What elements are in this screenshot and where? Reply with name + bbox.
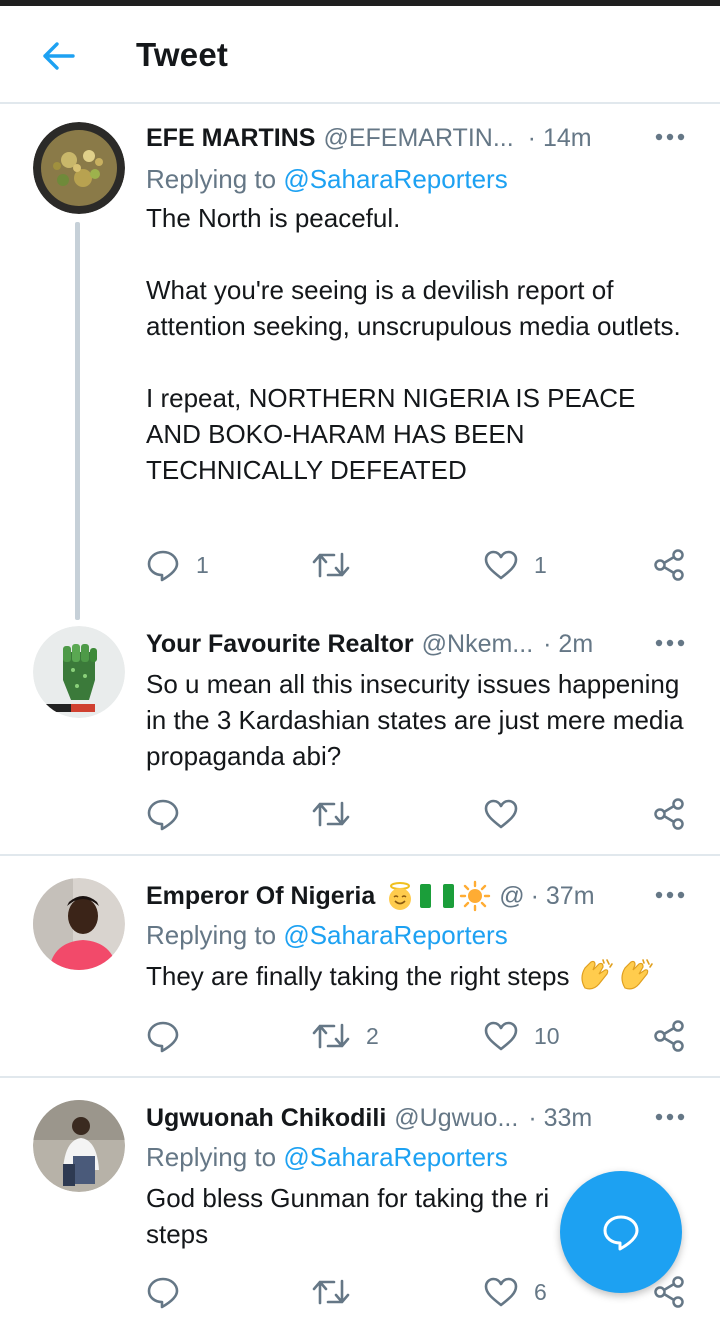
mention-link[interactable]: @SaharaReporters [283,164,507,194]
author-handle[interactable]: @EFEMARTIN... [323,124,513,153]
share-button[interactable] [652,545,686,585]
tweet-header: Ugwuonah Chikodili @Ugwuo... · 33m [146,1100,610,1136]
retweet-icon [312,1279,350,1305]
thread-connector-line [75,222,80,620]
avatar[interactable] [33,878,125,970]
author-name[interactable]: Your Favourite Realtor [146,630,414,659]
retweet-button[interactable] [312,545,366,585]
name-emojis [385,880,491,912]
author-name[interactable]: Ugwuonah Chikodili [146,1104,386,1133]
tweet-time: · 14m [527,123,592,152]
divider [0,854,720,856]
compose-reply-icon [603,1215,639,1251]
tweet-header: EFE MARTINS @EFEMARTIN... · 14m [146,120,610,156]
like-button[interactable]: 1 [484,545,547,585]
retweet-button[interactable]: 2 [312,1016,379,1056]
retweet-button[interactable] [312,1272,366,1312]
retweet-button[interactable] [312,794,366,834]
page-title: Tweet [136,36,229,73]
heart-icon [484,799,518,829]
tweet-header: Emperor Of Nigeria @ · 37m [146,878,610,914]
like-count: 10 [534,1022,560,1049]
author-handle[interactable]: @Ugwuo... [394,1104,518,1133]
clapping-hands-icon [621,959,654,990]
avatar[interactable] [33,626,125,718]
author-name[interactable]: Emperor Of Nigeria [146,882,375,911]
arrow-left-icon [43,42,75,70]
author-name[interactable]: EFE MARTINS [146,124,315,153]
tweet-text: The North is peaceful. What you're seein… [146,203,681,485]
tweet-item[interactable]: Emperor Of Nigeria @ · 37m Replying to @… [0,876,720,1076]
more-options-button[interactable] [652,1102,688,1132]
clapping-hands-icon [581,959,614,990]
tweet-actions: 1 1 [146,545,706,585]
tweet-item[interactable]: Your Favourite Realtor @Nkem... · 2m So … [0,626,720,854]
back-button[interactable] [36,34,80,78]
like-button[interactable]: 6 [484,1272,547,1312]
tweet-text-row: They are finally taking the right steps [146,958,686,994]
divider [0,1076,720,1078]
share-button[interactable] [652,1016,686,1056]
retweet-count: 2 [366,1022,379,1049]
heart-icon [484,1277,518,1307]
tweet-time: · 37m [530,881,595,910]
top-app-bar: Tweet [0,6,720,104]
speech-bubble-icon [147,1021,179,1053]
tweet-header: Your Favourite Realtor @Nkem... · 2m [146,626,610,662]
avatar[interactable] [33,1100,125,1192]
reply-button[interactable] [146,1016,196,1056]
reply-button[interactable] [146,794,196,834]
retweet-icon [312,552,350,578]
angel-emoji-icon [389,882,412,910]
tweet-actions [146,794,706,834]
more-dots-icon [655,133,685,141]
reply-count: 1 [196,551,209,578]
reply-button[interactable] [146,1272,196,1312]
more-options-button[interactable] [652,628,688,658]
replying-to: Replying to @SaharaReporters [146,920,508,951]
tweet-time: · 33m [528,1103,593,1132]
speech-bubble-icon [147,550,179,582]
replying-to-label: Replying to [146,920,284,950]
like-button[interactable] [484,794,534,834]
author-handle[interactable]: @Nkem... [422,630,534,659]
tweet-text: They are finally taking the right steps [146,961,570,991]
nigeria-flag-icon [420,884,455,908]
tweet-actions: 2 10 [146,1016,706,1056]
speech-bubble-icon [147,799,179,831]
author-handle[interactable]: @ [499,882,524,911]
more-dots-icon [655,639,685,647]
like-button[interactable]: 10 [484,1016,560,1056]
replying-to: Replying to @SaharaReporters [146,1142,508,1173]
more-dots-icon [655,891,685,899]
like-count: 6 [534,1278,547,1305]
clapping-emojis [577,958,655,994]
more-dots-icon [655,1113,685,1121]
share-icon [654,1020,684,1052]
mention-link[interactable]: @SaharaReporters [283,1142,507,1172]
compose-reply-button[interactable] [560,1171,682,1293]
tweet-text: So u mean all this insecurity issues hap… [146,669,691,771]
share-button[interactable] [652,794,686,834]
retweet-icon [312,801,350,827]
tweet-time: · 2m [543,629,594,658]
more-options-button[interactable] [652,880,688,910]
heart-icon [484,550,518,580]
speech-bubble-icon [147,1277,179,1309]
replying-to-label: Replying to [146,164,284,194]
more-options-button[interactable] [652,122,688,152]
replying-to: Replying to @SaharaReporters [146,164,508,195]
share-icon [654,549,684,581]
reply-button[interactable]: 1 [146,545,209,585]
like-count: 1 [534,551,547,578]
retweet-icon [312,1023,350,1049]
sun-emoji-icon [460,880,491,912]
avatar[interactable] [33,122,125,214]
mention-link[interactable]: @SaharaReporters [283,920,507,950]
tweet-item[interactable]: EFE MARTINS @EFEMARTIN... · 14m Replying… [0,106,720,626]
replying-to-label: Replying to [146,1142,284,1172]
share-icon [654,798,684,830]
heart-icon [484,1021,518,1051]
